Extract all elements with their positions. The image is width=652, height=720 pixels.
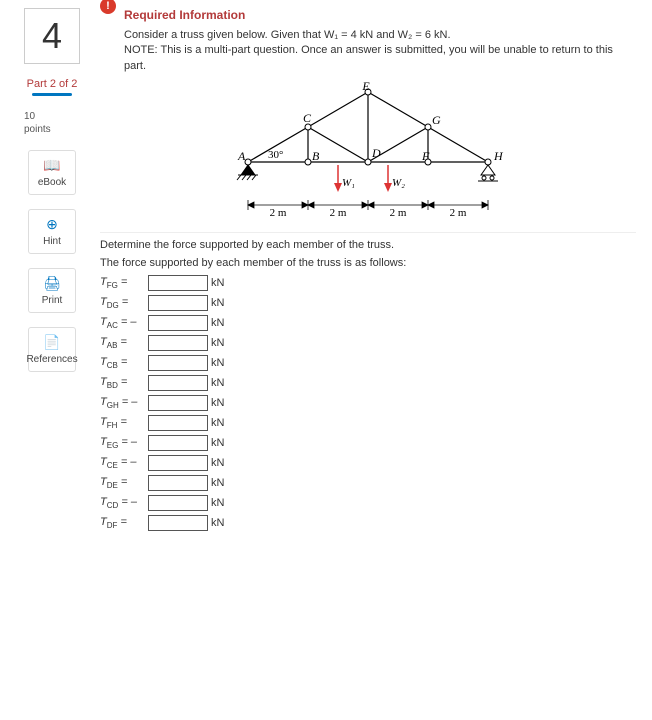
force-label-DG: TDG =: [100, 296, 148, 310]
force-input-CD[interactable]: [148, 495, 208, 511]
fig-d2: 2 m: [330, 207, 347, 219]
question-number: 4: [24, 8, 80, 64]
ebook-button[interactable]: 📖 eBook: [28, 150, 76, 195]
force-unit-GH: kN: [211, 397, 224, 409]
force-label-DE: TDE =: [100, 476, 148, 490]
force-row-FG: TFG = kN: [100, 275, 636, 291]
hint-button[interactable]: ⊕ Hint: [28, 209, 76, 254]
force-row-DG: TDG = kN: [100, 295, 636, 311]
inputs-container: TFG =kNTDG =kNTAC = –kNTAB =kNTCB =kNTBD…: [100, 275, 636, 531]
fig-angle: 30°: [268, 149, 283, 161]
force-row-BD: TBD = kN: [100, 375, 636, 391]
required-info-line1: Consider a truss given below. Given that…: [124, 28, 636, 43]
fig-label-B: B: [312, 149, 320, 163]
force-label-GH: TGH = –: [100, 396, 148, 410]
force-unit-FH: kN: [211, 417, 224, 429]
force-label-EG: TEG = –: [100, 436, 148, 450]
required-info-title: Required Information: [124, 8, 636, 22]
fig-d1: 2 m: [270, 207, 287, 219]
force-row-AC: TAC = – kN: [100, 315, 636, 331]
force-label-CE: TCE = –: [100, 456, 148, 470]
force-row-EG: TEG = – kN: [100, 435, 636, 451]
force-input-DF[interactable]: [148, 515, 208, 531]
force-unit-DF: kN: [211, 517, 224, 529]
book-icon: 📖: [43, 157, 60, 174]
part-indicator: Part 2 of 2: [27, 78, 78, 96]
force-label-AB: TAB =: [100, 336, 148, 350]
fig-label-E: E: [361, 82, 370, 93]
force-unit-BD: kN: [211, 377, 224, 389]
force-unit-CB: kN: [211, 357, 224, 369]
truss-svg: A B C D E F G H 30° W₁ W₂: [208, 82, 528, 222]
force-input-AB[interactable]: [148, 335, 208, 351]
question-lead: The force supported by each member of th…: [100, 257, 636, 269]
force-label-AC: TAC = –: [100, 316, 148, 330]
force-unit-DE: kN: [211, 477, 224, 489]
force-input-BD[interactable]: [148, 375, 208, 391]
force-label-BD: TBD =: [100, 376, 148, 390]
force-label-DF: TDF =: [100, 516, 148, 530]
fig-W2: W₂: [392, 177, 405, 189]
force-unit-EG: kN: [211, 437, 224, 449]
fig-W1: W₁: [342, 177, 355, 189]
force-input-CE[interactable]: [148, 455, 208, 471]
fig-label-H: H: [493, 149, 504, 163]
force-row-FH: TFH = kN: [100, 415, 636, 431]
force-label-CD: TCD = –: [100, 496, 148, 510]
force-unit-FG: kN: [211, 277, 224, 289]
force-unit-AC: kN: [211, 317, 224, 329]
required-info-line2: NOTE: This is a multi-part question. Onc…: [124, 43, 636, 74]
force-unit-CD: kN: [211, 497, 224, 509]
fig-label-F: F: [421, 149, 430, 163]
force-unit-CE: kN: [211, 457, 224, 469]
force-row-DE: TDE = kN: [100, 475, 636, 491]
force-input-EG[interactable]: [148, 435, 208, 451]
force-input-FH[interactable]: [148, 415, 208, 431]
print-label: Print: [42, 295, 63, 306]
points-value: 10: [24, 110, 88, 123]
points-box: 10 points: [16, 110, 88, 136]
alert-icon: !: [100, 0, 116, 14]
points-label: points: [24, 123, 88, 136]
force-row-CE: TCE = – kN: [100, 455, 636, 471]
force-row-CB: TCB = kN: [100, 355, 636, 371]
force-input-DG[interactable]: [148, 295, 208, 311]
force-input-DE[interactable]: [148, 475, 208, 491]
force-row-CD: TCD = – kN: [100, 495, 636, 511]
force-label-FH: TFH =: [100, 416, 148, 430]
hint-label: Hint: [43, 236, 61, 247]
part-label: Part 2 of 2: [27, 78, 78, 90]
part-underline: [32, 93, 72, 96]
references-label: References: [26, 354, 77, 365]
force-unit-AB: kN: [211, 337, 224, 349]
print-button[interactable]: 🖨 Print: [28, 268, 76, 313]
force-unit-DG: kN: [211, 297, 224, 309]
truss-figure: A B C D E F G H 30° W₁ W₂: [100, 82, 636, 222]
fig-label-C: C: [303, 111, 312, 125]
references-icon: 📄: [43, 334, 60, 351]
fig-label-A: A: [237, 149, 246, 163]
force-row-GH: TGH = – kN: [100, 395, 636, 411]
force-input-CB[interactable]: [148, 355, 208, 371]
force-input-GH[interactable]: [148, 395, 208, 411]
printer-icon: 🖨: [43, 275, 61, 292]
ebook-label: eBook: [38, 177, 66, 188]
hint-icon: ⊕: [46, 216, 58, 233]
fig-label-G: G: [432, 113, 441, 127]
force-input-FG[interactable]: [148, 275, 208, 291]
question-prompt: Determine the force supported by each me…: [100, 239, 636, 251]
fig-d3: 2 m: [390, 207, 407, 219]
force-input-AC[interactable]: [148, 315, 208, 331]
info-block: ! Required Information Consider a truss …: [100, 8, 636, 74]
fig-d4: 2 m: [450, 207, 467, 219]
force-row-DF: TDF = kN: [100, 515, 636, 531]
force-label-FG: TFG =: [100, 276, 148, 290]
fig-label-D: D: [371, 146, 381, 160]
force-label-CB: TCB =: [100, 356, 148, 370]
force-row-AB: TAB = kN: [100, 335, 636, 351]
references-button[interactable]: 📄 References: [28, 327, 76, 372]
